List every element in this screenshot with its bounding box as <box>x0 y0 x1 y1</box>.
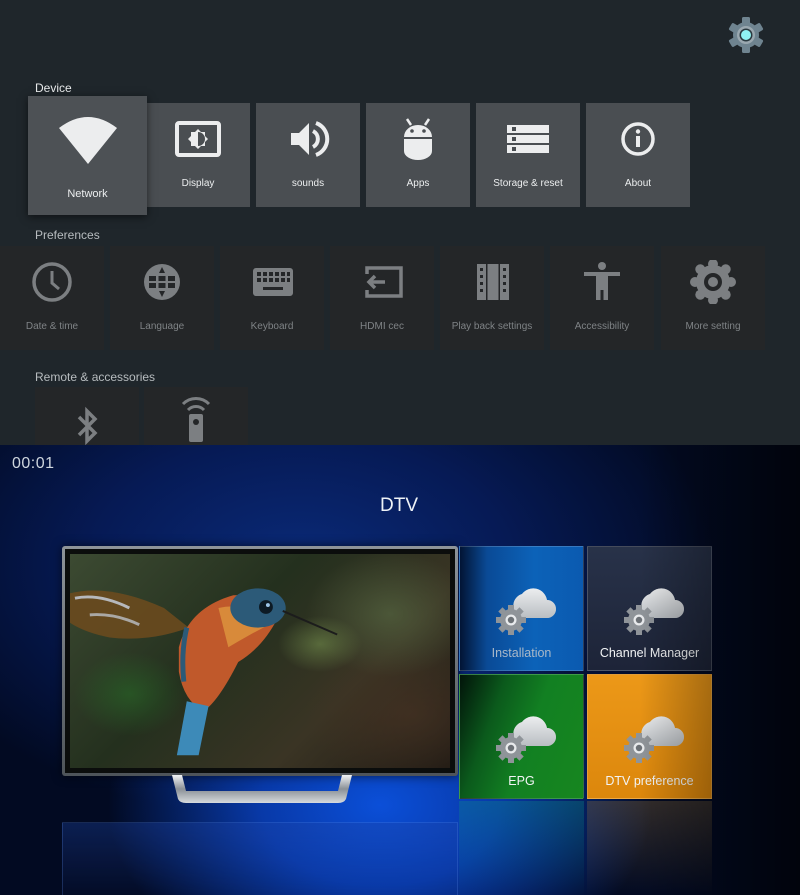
tile-label: Apps <box>406 178 430 189</box>
storage-icon <box>503 117 553 161</box>
tile-hdmi-cec[interactable]: HDMI cec <box>330 246 434 350</box>
cloud-gear-icon <box>494 711 556 763</box>
bluetooth-icon <box>62 405 112 445</box>
film-icon <box>467 260 517 304</box>
section-title-remote: Remote & accessories <box>35 370 156 384</box>
tile-label: Play back settings <box>451 321 533 332</box>
info-icon <box>613 117 663 161</box>
tile-network[interactable]: Network <box>28 96 147 215</box>
settings-screen: Device Network Display sounds Apps Stora… <box>0 0 800 445</box>
section-title-device: Device <box>35 81 72 95</box>
tv-reflection <box>62 822 458 895</box>
android-icon <box>393 117 443 161</box>
speaker-icon <box>283 117 333 161</box>
tile-keyboard[interactable]: Keyboard <box>220 246 324 350</box>
tile-label: Accessibility <box>574 321 630 332</box>
clock-icon <box>27 260 77 304</box>
tile-label: Language <box>139 321 185 332</box>
tv-preview[interactable] <box>62 546 458 776</box>
display-brightness-icon <box>173 117 223 161</box>
tile-label: HDMI cec <box>360 321 404 332</box>
dtv-title: DTV <box>380 495 418 516</box>
tile-label: About <box>624 178 652 189</box>
tile-label: sounds <box>291 178 325 189</box>
tile-bluetooth[interactable] <box>35 387 139 445</box>
tile-epg[interactable]: EPG <box>459 674 584 799</box>
remote-icon <box>171 395 221 442</box>
tv-stand <box>172 775 352 803</box>
tile-apps[interactable]: Apps <box>366 103 470 207</box>
hummingbird-video-preview <box>70 554 450 768</box>
tile-label: More setting <box>685 321 741 332</box>
tile-sounds[interactable]: sounds <box>256 103 360 207</box>
tile-dtv-preference[interactable]: DTV preference <box>587 674 712 799</box>
section-title-preferences: Preferences <box>35 228 100 242</box>
cloud-gear-icon <box>622 583 684 635</box>
tile-storage-reset[interactable]: Storage & reset <box>476 103 580 207</box>
tile-label: Display <box>181 178 215 189</box>
tile-accessibility[interactable]: Accessibility <box>550 246 654 350</box>
globe-icon <box>137 260 187 304</box>
cloud-gear-icon <box>622 711 684 763</box>
clock-time: 00:01 <box>12 455 55 472</box>
tile-channel-manager[interactable]: Channel Manager <box>587 546 712 671</box>
tile-label: Storage & reset <box>493 178 563 189</box>
gear-icon <box>688 260 738 304</box>
wifi-icon <box>56 112 120 168</box>
tile-reflection <box>587 801 712 895</box>
tile-more-setting[interactable]: More setting <box>661 246 765 350</box>
tile-date-time[interactable]: Date & time <box>0 246 104 350</box>
tile-language[interactable]: Language <box>110 246 214 350</box>
accessibility-icon <box>577 260 627 304</box>
tile-label: DTV preference <box>605 774 694 788</box>
tile-label: Network <box>67 188 108 200</box>
dtv-screen: 00:01 DTV Installation Channel Manager E… <box>0 445 800 895</box>
tile-label: Keyboard <box>250 321 294 332</box>
tile-reflection <box>459 801 584 895</box>
tile-remote[interactable] <box>144 387 248 445</box>
tile-about[interactable]: About <box>586 103 690 207</box>
tile-label: Date & time <box>25 321 79 332</box>
tile-label: Channel Manager <box>599 646 700 660</box>
tile-label: EPG <box>508 774 535 788</box>
input-icon <box>357 260 407 304</box>
cloud-gear-icon <box>494 583 556 635</box>
tile-playback-settings[interactable]: Play back settings <box>440 246 544 350</box>
tile-display[interactable]: Display <box>146 103 250 207</box>
tile-installation[interactable]: Installation <box>459 546 584 671</box>
settings-gear-icon <box>728 17 764 53</box>
tile-label: Installation <box>491 646 552 660</box>
keyboard-icon <box>247 260 297 304</box>
